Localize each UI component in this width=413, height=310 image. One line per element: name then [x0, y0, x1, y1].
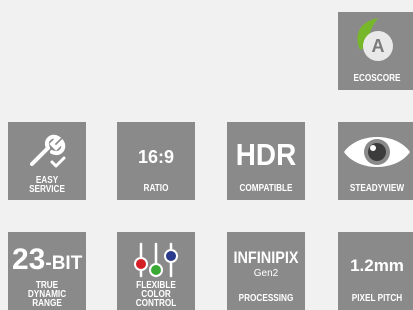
steadyview-caption: STEADYVIEW [349, 183, 405, 194]
pixel-pitch-value: 1.2mm [350, 256, 404, 275]
hdr-value: HDR [235, 137, 297, 172]
easy-service-caption: EASY SERVICE [15, 176, 79, 195]
pixel-pitch-caption: PIXEL PITCH [351, 293, 403, 304]
bit-depth-unit: -BIT [45, 253, 83, 274]
infinipix-caption: PROCESSING [238, 293, 294, 304]
bit-depth-caption: TRUE DYNAMIC RANGE [15, 281, 79, 309]
infinipix-tile: INFINIPIX Gen2 PROCESSING [227, 232, 305, 310]
color-control-caption-line2: COLOR CONTROL [135, 289, 177, 309]
hdr-tile: HDR COMPATIBLE [227, 122, 305, 200]
hdr-caption: COMPATIBLE [239, 183, 293, 194]
ratio-tile: 16:9 RATIO [117, 122, 195, 200]
color-control-caption: FLEXIBLE COLOR CONTROL [124, 281, 188, 309]
infinipix-brand: INFINIPIX [233, 248, 299, 267]
pixel-pitch-tile: 1.2mm PIXEL PITCH [338, 232, 413, 310]
ecoscore-letter: A [371, 36, 385, 56]
steadyview-tile: STEADYVIEW [338, 122, 413, 200]
color-control-tile: FLEXIBLE COLOR CONTROL [117, 232, 195, 310]
infinipix-generation: Gen2 [253, 268, 279, 279]
ecoscore-tile: A ECOSCORE [338, 12, 413, 90]
ratio-value: 16:9 [137, 147, 175, 167]
easy-service-tile: EASY SERVICE [8, 122, 86, 200]
eye-icon [344, 137, 410, 167]
wrench-check-icon [30, 134, 66, 168]
ratio-caption: RATIO [143, 183, 169, 194]
bit-depth-tile: 23-BIT TRUE DYNAMIC RANGE [8, 232, 86, 310]
easy-service-caption-line2: SERVICE [29, 184, 65, 195]
ecoscore-caption: ECOSCORE [353, 73, 401, 84]
bit-depth-caption-line2: DYNAMIC RANGE [27, 289, 67, 309]
bit-depth-value: 23-BIT [12, 244, 82, 276]
bit-depth-number: 23 [12, 243, 46, 276]
